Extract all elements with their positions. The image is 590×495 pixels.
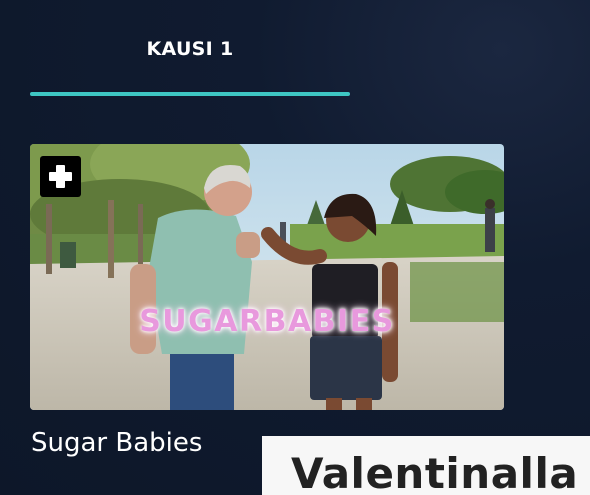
popup-panel: Valentinalla <box>262 436 590 495</box>
episode-title[interactable]: Sugar Babies <box>31 428 202 458</box>
thumbnail-overlay-text: SUGARBABIES <box>139 304 395 339</box>
episode-thumbnail[interactable]: SUGARBABIES <box>30 144 504 410</box>
thumbnail-image <box>30 144 504 410</box>
add-to-list-button[interactable] <box>40 156 81 197</box>
season-tab-label: KAUSI 1 <box>146 38 234 60</box>
active-tab-indicator <box>30 92 350 96</box>
tab-season-1[interactable]: KAUSI 1 <box>30 20 350 96</box>
popup-heading: Valentinalla <box>291 449 579 495</box>
